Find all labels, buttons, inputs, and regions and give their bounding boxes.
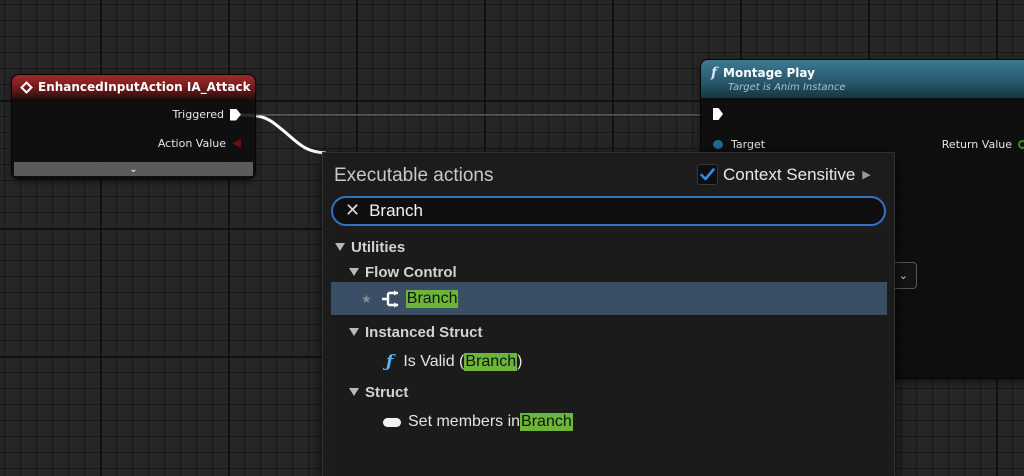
expand-triangle-icon (349, 268, 359, 276)
triangle-right-icon[interactable]: ▶ (862, 168, 870, 181)
search-box[interactable]: ✕ (331, 196, 886, 226)
function-icon: ƒ (386, 352, 394, 372)
event-node-ia-attack[interactable]: EnhancedInputAction IA_Attack Triggered … (12, 75, 255, 178)
chevron-down-icon: ⌄ (898, 269, 908, 282)
montage-node-subtitle: Target is Anim Instance (728, 82, 846, 93)
executable-actions-menu: Executable actions Context Sensitive ▶ ✕… (322, 152, 895, 476)
branch-icon (381, 290, 399, 307)
category-label: Instanced Struct (365, 323, 483, 341)
category-label: Utilities (351, 238, 406, 256)
function-icon: f (711, 65, 718, 81)
action-is-valid-branch[interactable]: ƒ Is Valid (Branch) (331, 347, 887, 377)
category-label: Flow Control (365, 263, 457, 281)
event-diamond-icon (20, 80, 33, 94)
search-match-highlight: Branch (520, 413, 573, 431)
action-label-pre: Is Valid ( (403, 353, 465, 370)
expand-pins-button[interactable]: ⌄ (14, 162, 253, 176)
action-results-list: Utilities Flow Control ★ Branch Instance… (331, 230, 887, 476)
target-pin-label: Target (731, 138, 766, 151)
triggered-pin-label: Triggered (172, 108, 224, 121)
expand-triangle-icon (335, 243, 345, 251)
chevron-down-icon: ⌄ (129, 163, 138, 175)
context-sensitive-label: Context Sensitive (723, 164, 856, 184)
triggered-pin-row[interactable]: Triggered (173, 108, 241, 121)
expand-triangle-icon (349, 388, 359, 396)
favorite-star-icon[interactable]: ★ (361, 292, 372, 306)
action-label-post: ) (517, 353, 523, 370)
context-sensitive-checkbox[interactable] (697, 164, 718, 185)
action-value-pin-row[interactable]: Action Value (158, 137, 241, 150)
montage-node-title: Montage Play (723, 66, 815, 80)
search-match-highlight: Branch (464, 353, 518, 371)
event-node-header[interactable]: EnhancedInputAction IA_Attack (12, 75, 255, 99)
action-set-members-in-branch[interactable]: Set members in Branch (331, 407, 887, 437)
target-pin-row[interactable]: Target (713, 138, 765, 151)
category-instanced-struct[interactable]: Instanced Struct (331, 317, 887, 347)
return-value-pin-label: Return Value (941, 138, 1012, 151)
return-value-pin-row[interactable]: Return Value (942, 138, 1024, 151)
object-pin-icon[interactable] (713, 140, 723, 149)
struct-pill-icon (383, 417, 401, 427)
exec-output-pin-icon[interactable] (230, 108, 241, 121)
context-sensitive-toggle[interactable]: Context Sensitive ▶ (697, 164, 871, 185)
event-node-title: EnhancedInputAction IA_Attack (38, 80, 251, 94)
action-label-pre: Set members in (408, 413, 521, 430)
search-input[interactable] (369, 201, 570, 221)
montage-node-header[interactable]: f Montage Play Target is Anim Instance (701, 60, 1024, 98)
float-pin-icon[interactable] (1018, 140, 1024, 149)
menu-title: Executable actions (334, 165, 494, 186)
exec-input-pin-icon[interactable] (713, 108, 723, 120)
clear-search-icon[interactable]: ✕ (345, 202, 360, 220)
search-match-highlight: Branch (405, 289, 459, 308)
category-struct[interactable]: Struct (331, 377, 887, 407)
checkmark-icon (700, 168, 715, 181)
value-output-pin-icon[interactable] (232, 139, 241, 148)
action-branch[interactable]: ★ Branch (331, 282, 887, 315)
action-value-pin-label: Action Value (157, 137, 226, 150)
expand-triangle-icon (349, 328, 359, 336)
category-label: Struct (365, 383, 409, 401)
